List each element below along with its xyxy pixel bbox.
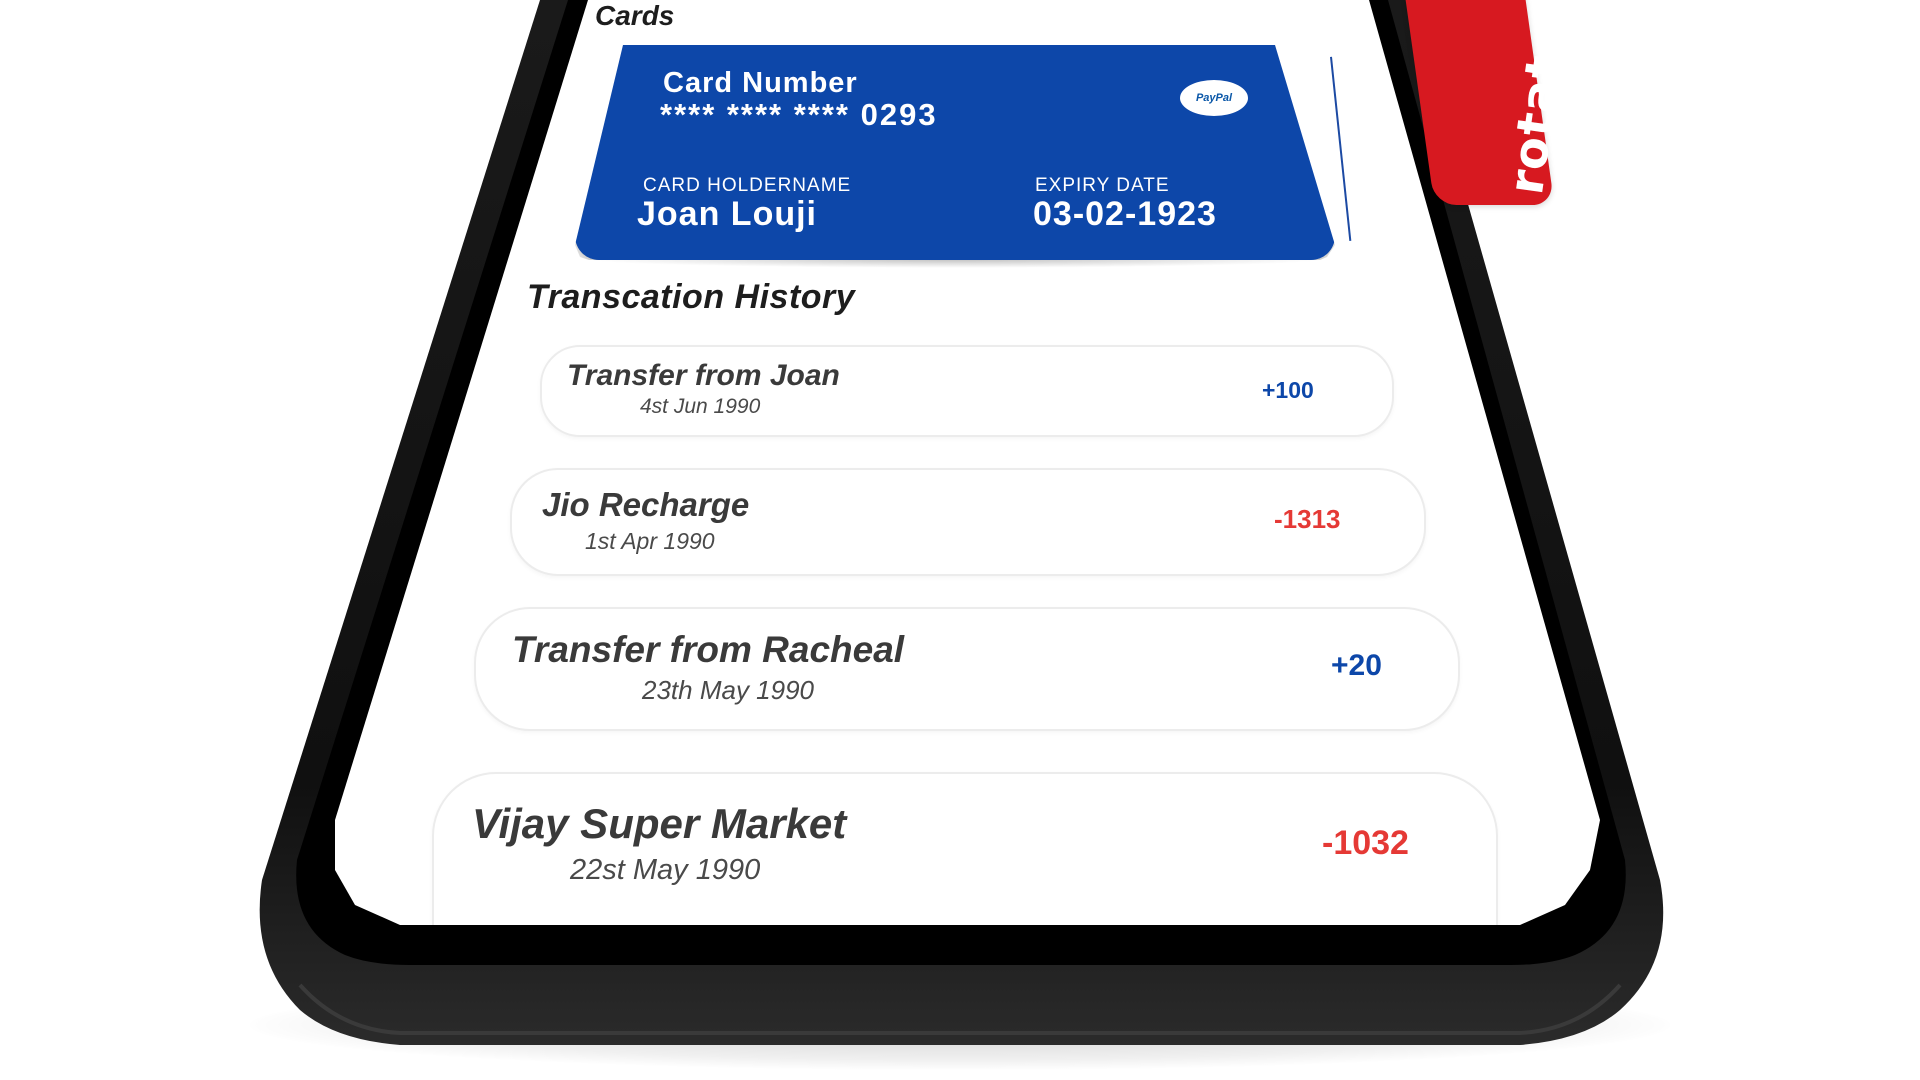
transaction-date: 22st May 1990 [570, 854, 761, 886]
transaction-history-title: Transcation History [527, 278, 856, 316]
transaction-title: Jio Recharge [542, 486, 750, 523]
transaction-date: 1st Apr 1990 [585, 528, 715, 554]
transaction-date: 23th May 1990 [642, 675, 815, 705]
transaction-amount: -1032 [1322, 824, 1409, 862]
transaction-item[interactable]: Vijay Super Market 22st May 1990 -1032 [432, 772, 1498, 925]
transaction-amount: +100 [1262, 377, 1314, 403]
transaction-item[interactable]: Transfer from Joan 4st Jun 1990 +100 [540, 345, 1394, 437]
stage: Cards Card Number **** **** **** 0293 Pa… [0, 0, 1920, 1080]
transaction-item[interactable]: Jio Recharge 1st Apr 1990 -1313 [510, 468, 1426, 576]
transaction-amount: +20 [1331, 649, 1382, 682]
card-number-label: Card Number [663, 67, 858, 99]
transaction-item[interactable]: Transfer from Racheal 23th May 1990 +20 [474, 607, 1460, 731]
card-holder-name: Joan Louji [637, 195, 817, 233]
paypal-logo-icon: PayPal [1180, 80, 1248, 116]
transaction-title: Transfer from Joan [567, 359, 840, 392]
card-number: **** **** **** 0293 [660, 97, 938, 132]
card-face[interactable]: Card Number **** **** **** 0293 PayPal C… [575, 45, 1335, 260]
expiry-date-label: EXPIRY DATE [1035, 175, 1170, 196]
cards-section-title: Cards [595, 0, 675, 31]
expiry-date-value: 03-02-1923 [1033, 195, 1217, 233]
transaction-title: Vijay Super Market [472, 800, 847, 847]
card-holder-label: CARD HOLDERNAME [643, 175, 852, 196]
transaction-amount: -1313 [1274, 504, 1341, 534]
transaction-title: Transfer from Racheal [512, 629, 905, 670]
transaction-date: 4st Jun 1990 [640, 395, 761, 418]
credit-card[interactable]: Card Number **** **** **** 0293 PayPal C… [575, 45, 1335, 268]
